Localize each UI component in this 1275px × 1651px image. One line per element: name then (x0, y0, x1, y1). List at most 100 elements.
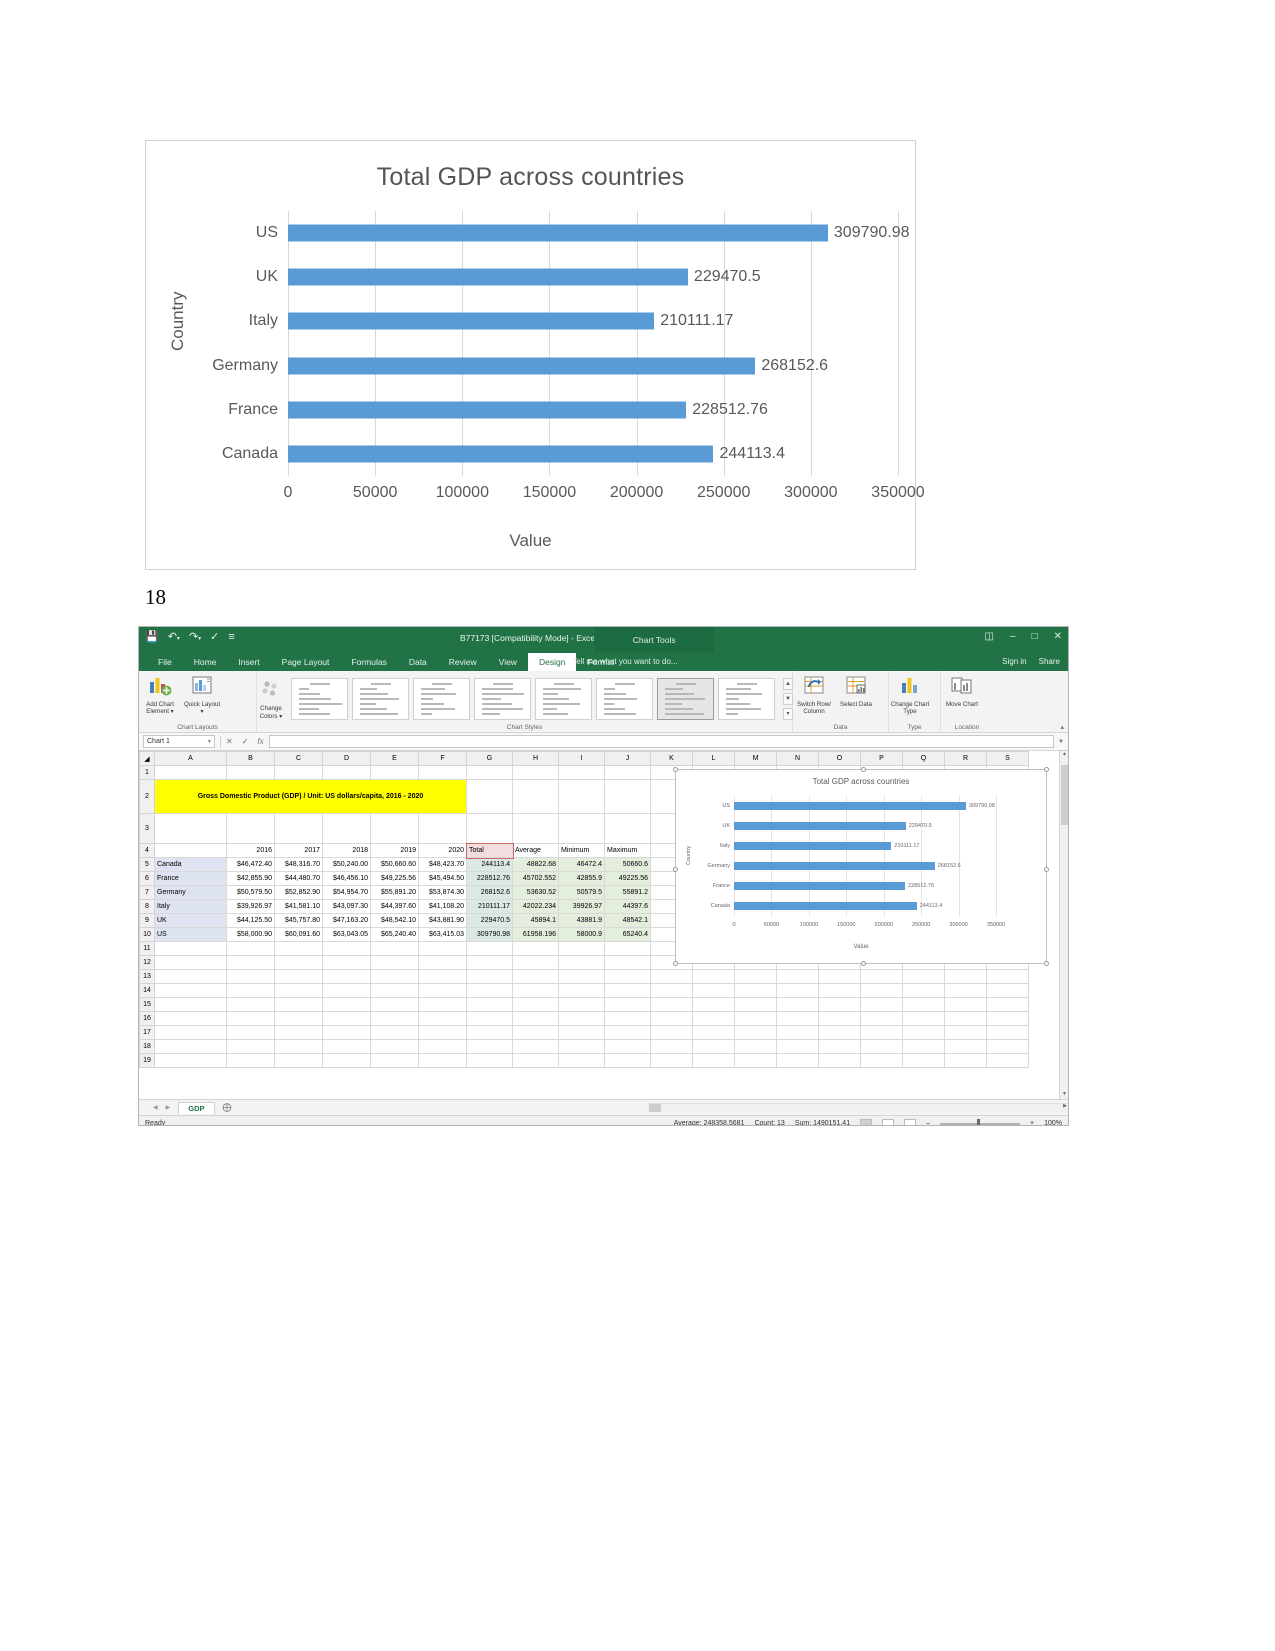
header-cell-average[interactable]: Average (512, 843, 559, 858)
cell[interactable] (154, 955, 227, 970)
scroll-down-icon[interactable]: ▼ (1061, 1091, 1068, 1099)
cell[interactable] (418, 983, 467, 998)
year-value-cell[interactable]: $46,472.40 (226, 857, 275, 872)
sheet-nav-next-icon[interactable]: ▶ (166, 1104, 171, 1111)
cell[interactable] (558, 955, 605, 970)
year-value-cell[interactable]: $41,581.10 (274, 899, 323, 914)
vertical-scrollbar[interactable]: ▲ ▼ (1059, 751, 1068, 1099)
cell[interactable] (860, 1025, 903, 1040)
chart-style-thumbnail[interactable] (718, 678, 775, 720)
cell[interactable] (466, 1053, 513, 1068)
column-header-row[interactable]: ◢ A B C D E F G H I J K L M N O P Q R S (139, 751, 1029, 766)
cell[interactable] (512, 969, 559, 984)
cell[interactable] (558, 765, 605, 780)
cell[interactable] (692, 1025, 735, 1040)
year-value-cell[interactable]: $42,855.90 (226, 871, 275, 886)
cell[interactable] (274, 941, 323, 956)
cell[interactable] (370, 765, 419, 780)
year-value-cell[interactable]: $49,225.56 (370, 871, 419, 886)
year-value-cell[interactable]: $48,316.70 (274, 857, 323, 872)
minimum-cell[interactable]: 50579.5 (558, 885, 605, 900)
cell[interactable] (558, 779, 605, 814)
ribbon-display-options-icon[interactable]: ◫ (985, 631, 994, 642)
cell[interactable] (466, 955, 513, 970)
average-cell[interactable]: 42022.234 (512, 899, 559, 914)
row-header-18[interactable]: 18 (139, 1039, 155, 1054)
move-chart-button[interactable]: Move Chart (941, 674, 983, 708)
cell[interactable] (902, 969, 945, 984)
cell[interactable] (860, 1053, 903, 1068)
year-value-cell[interactable]: $44,397.60 (370, 899, 419, 914)
zoom-slider[interactable] (940, 1118, 1020, 1125)
cell[interactable] (944, 1025, 987, 1040)
resize-handle-tr[interactable] (1044, 767, 1049, 772)
page-layout-view-icon[interactable] (882, 1118, 895, 1125)
cell[interactable] (274, 813, 323, 844)
cell[interactable] (512, 1011, 559, 1026)
cell[interactable] (322, 955, 371, 970)
cell[interactable] (944, 983, 987, 998)
cell[interactable] (418, 955, 467, 970)
resize-handle-tc[interactable] (861, 767, 866, 772)
cell[interactable] (734, 1025, 777, 1040)
cell[interactable] (466, 1039, 513, 1054)
header-cell-2019[interactable]: 2019 (370, 843, 419, 858)
cell[interactable] (944, 997, 987, 1012)
minimum-cell[interactable]: 58000.9 (558, 927, 605, 942)
cell[interactable] (692, 1039, 735, 1054)
cell[interactable] (466, 969, 513, 984)
cell[interactable] (322, 1053, 371, 1068)
cell[interactable] (650, 1011, 693, 1026)
cell[interactable] (818, 969, 861, 984)
resize-handle-br[interactable] (1044, 961, 1049, 966)
cell[interactable] (860, 1039, 903, 1054)
resize-handle-bc[interactable] (861, 961, 866, 966)
cell[interactable] (818, 983, 861, 998)
cell[interactable] (558, 1025, 605, 1040)
year-value-cell[interactable]: $60,091.60 (274, 927, 323, 942)
year-value-cell[interactable]: $43,097.30 (322, 899, 371, 914)
year-value-cell[interactable]: $58,000.90 (226, 927, 275, 942)
horizontal-scrollbar[interactable]: ▶ (648, 1103, 1068, 1112)
horizontal-scroll-thumb[interactable] (649, 1104, 661, 1112)
cell[interactable] (650, 1053, 693, 1068)
add-chart-element-button[interactable]: Add Chart Element ▾ (139, 674, 181, 715)
table-row[interactable]: 14 (139, 983, 1029, 998)
cell[interactable] (902, 1025, 945, 1040)
cell[interactable] (604, 941, 651, 956)
sign-in-button[interactable]: Sign in (1002, 653, 1026, 671)
cell[interactable] (692, 1011, 735, 1026)
year-value-cell[interactable]: $41,108.20 (418, 899, 467, 914)
row-header-12[interactable]: 12 (139, 955, 155, 970)
cell[interactable] (558, 1053, 605, 1068)
cell[interactable] (986, 1039, 1029, 1054)
page-break-view-icon[interactable] (904, 1118, 917, 1125)
cell[interactable] (154, 765, 227, 780)
cell[interactable] (986, 997, 1029, 1012)
cell[interactable] (154, 1011, 227, 1026)
row-header-15[interactable]: 15 (139, 997, 155, 1012)
cell[interactable] (860, 997, 903, 1012)
cell[interactable] (776, 1025, 819, 1040)
row-header-14[interactable]: 14 (139, 983, 155, 998)
cell[interactable] (154, 983, 227, 998)
chart-style-thumbnail[interactable] (596, 678, 653, 720)
window-controls[interactable]: ◫ – □ ✕ (985, 631, 1062, 642)
header-cell-blank[interactable] (154, 843, 227, 858)
vertical-scroll-thumb[interactable] (1061, 765, 1068, 825)
year-value-cell[interactable]: $46,456.10 (322, 871, 371, 886)
cell[interactable] (418, 1025, 467, 1040)
cell[interactable] (226, 813, 275, 844)
cell[interactable] (860, 1011, 903, 1026)
cell[interactable] (154, 997, 227, 1012)
column-header-E[interactable]: E (370, 751, 419, 766)
average-cell[interactable]: 45702.552 (512, 871, 559, 886)
cell[interactable] (370, 1025, 419, 1040)
year-value-cell[interactable]: $53,874.30 (418, 885, 467, 900)
row-header-8[interactable]: 8 (139, 899, 155, 914)
zoom-in-icon[interactable]: + (1030, 1120, 1034, 1125)
cell[interactable] (818, 1011, 861, 1026)
year-value-cell[interactable]: $44,480.70 (274, 871, 323, 886)
year-value-cell[interactable]: $44,125.50 (226, 913, 275, 928)
cell[interactable] (322, 765, 371, 780)
